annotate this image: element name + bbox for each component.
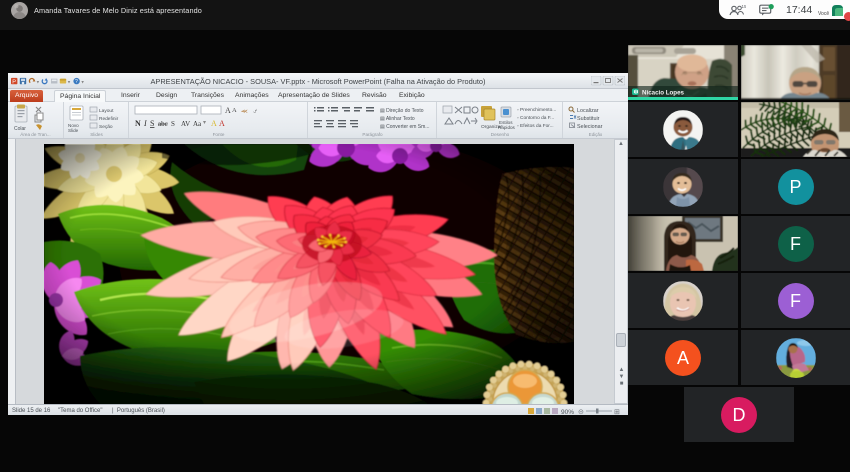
svg-text:90%: 90%: [561, 409, 574, 415]
svg-text:⊝: ⊝: [578, 409, 584, 415]
svg-text:▤ Alinhar Texto: ▤ Alinhar Texto: [380, 116, 415, 122]
svg-text:▫ Contorno da F...: ▫ Contorno da F...: [517, 115, 554, 121]
svg-text:⊞: ⊞: [614, 409, 620, 415]
svg-text:I: I: [143, 119, 147, 128]
svg-text:N: N: [135, 119, 141, 128]
svg-text:Selecionar: Selecionar: [577, 124, 603, 130]
svg-text:abc: abc: [158, 120, 168, 128]
svg-text:A: A: [225, 106, 231, 115]
svg-text:▤ Direção do Texto: ▤ Direção do Texto: [380, 108, 424, 114]
svg-text:Redefinir: Redefinir: [99, 116, 119, 122]
svg-text:A: A: [211, 119, 217, 128]
svg-text:A: A: [232, 107, 237, 114]
svg-text:S: S: [150, 119, 154, 128]
svg-text:▤ Converter em Sm...: ▤ Converter em Sm...: [380, 124, 429, 130]
svg-text:▫ Preenchimento...: ▫ Preenchimento...: [517, 107, 556, 113]
svg-text:Substituir: Substituir: [577, 116, 600, 122]
svg-text:S: S: [171, 120, 175, 128]
svg-text:▫ Efeitos da For...: ▫ Efeitos da For...: [517, 123, 554, 129]
svg-text:Aa: Aa: [193, 120, 202, 128]
svg-text:15: 15: [742, 4, 747, 9]
svg-text:⪻: ⪻: [241, 107, 248, 115]
svg-text:Rápidos: Rápidos: [498, 125, 516, 130]
svg-text:Layout: Layout: [99, 108, 114, 114]
svg-text:▾: ▾: [203, 120, 206, 126]
svg-text:AV: AV: [181, 120, 190, 128]
svg-text:Localizar: Localizar: [577, 108, 599, 114]
svg-text:A: A: [219, 119, 225, 128]
svg-text:⍻: ⍻: [253, 108, 257, 115]
svg-text:Seção: Seção: [99, 124, 113, 130]
svg-text:Nicacio Lopes: Nicacio Lopes: [642, 90, 685, 97]
